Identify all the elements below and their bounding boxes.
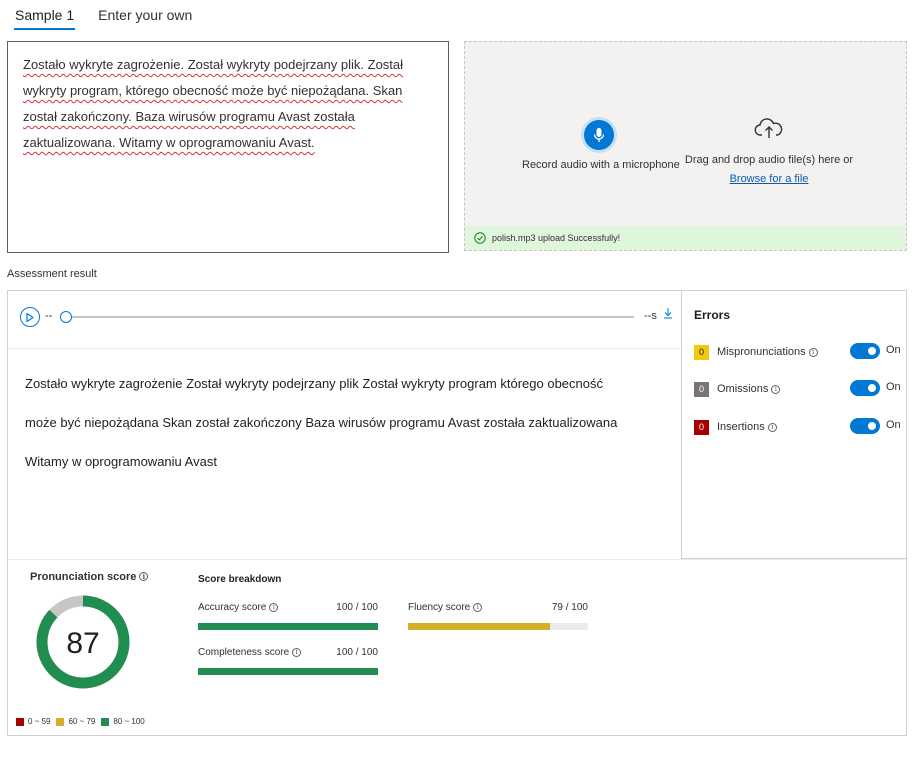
toggle-state-label: On	[886, 419, 901, 431]
mispronunciation-count-badge: 0	[694, 344, 709, 360]
assessment-result-label: Assessment result	[7, 268, 97, 280]
mispronunciations-toggle[interactable]	[850, 343, 880, 359]
sample-text-box[interactable]: Zostało wykryte zagrożenie. Został wykry…	[7, 41, 449, 253]
score-breakdown-title: Score breakdown	[198, 574, 282, 585]
info-icon[interactable]: i	[269, 603, 279, 612]
insertions-toggle[interactable]	[850, 418, 880, 434]
upload-status-bar: polish.mp3 upload Successfully!	[465, 226, 906, 250]
completeness-score-value: 100 / 100	[336, 647, 378, 658]
current-time: --	[45, 310, 53, 322]
record-label: Record audio with a microphone	[522, 159, 680, 171]
score-area: Pronunciation score i 87 0 ~ 59 60 ~ 79 8…	[8, 559, 906, 735]
cloud-upload-icon	[754, 118, 783, 138]
toggle-state-label: On	[886, 344, 901, 356]
drop-label: Drag and drop audio file(s) here or	[684, 154, 854, 166]
error-row-omissions: 0 Omissions i On	[694, 380, 904, 397]
transcript: Zostało wykryte zagrożenie Został wykryt…	[25, 364, 665, 481]
accuracy-score-value: 100 / 100	[336, 602, 378, 613]
pronunciation-score-donut: 87	[36, 595, 130, 689]
score-legend: 0 ~ 59 60 ~ 79 80 ~ 100	[16, 717, 151, 726]
transcript-line: Zostało wykryte zagrożenie Został wykryt…	[25, 376, 603, 391]
accuracy-score-bar-fill	[198, 623, 378, 630]
legend-item: 80 ~ 100	[101, 717, 145, 726]
record-button[interactable]	[584, 120, 614, 150]
fluency-score-bar-fill	[408, 623, 551, 630]
toggle-state-label: On	[886, 381, 901, 393]
drop-zone[interactable]: Drag and drop audio file(s) here or Brow…	[683, 116, 855, 187]
seek-track[interactable]	[66, 316, 634, 318]
pronunciation-score-title: Pronunciation score i	[30, 571, 149, 583]
download-icon[interactable]	[663, 307, 673, 319]
insertion-count-badge: 0	[694, 419, 709, 435]
info-icon[interactable]: i	[808, 348, 818, 357]
info-icon[interactable]: i	[473, 603, 483, 612]
info-icon[interactable]: i	[767, 423, 777, 432]
fluency-score-value: 79 / 100	[551, 602, 588, 613]
tab-enter-your-own[interactable]: Enter your own	[97, 6, 193, 30]
insertions-label: Insertions i	[717, 421, 777, 433]
sample-text: Zostało wykryte zagrożenie. Został wykry…	[23, 57, 404, 150]
pronunciation-score-value: 87	[66, 627, 99, 660]
error-row-insertions: 0 Insertions i On	[694, 418, 904, 435]
tab-bar: Sample 1 Enter your own	[14, 6, 215, 30]
omissions-label: Omissions i	[717, 383, 781, 395]
info-icon[interactable]: i	[292, 648, 302, 657]
legend-swatch	[101, 717, 110, 726]
omission-count-badge: 0	[694, 381, 709, 397]
assessment-result-panel: -- --s Zostało wykryte zagrożenie Został…	[7, 290, 908, 736]
info-icon[interactable]: i	[139, 572, 149, 581]
accuracy-score-bar	[198, 623, 378, 630]
errors-panel: Errors 0 Mispronunciations i On 0 Omissio…	[681, 291, 908, 559]
errors-title: Errors	[694, 308, 731, 322]
check-circle-icon	[474, 232, 486, 244]
browse-file-link[interactable]: Browse for a file	[730, 173, 809, 185]
mispronunciations-label: Mispronunciations i	[717, 346, 818, 358]
legend-item: 60 ~ 79	[56, 717, 95, 726]
info-icon[interactable]: i	[771, 385, 781, 394]
audio-upload-panel: Record audio with a microphone Drag and …	[464, 41, 907, 251]
omissions-toggle[interactable]	[850, 380, 880, 396]
record-section: Record audio with a microphone	[522, 120, 680, 171]
fluency-score-bar	[408, 623, 588, 630]
play-button[interactable]	[20, 307, 40, 327]
legend-swatch	[16, 717, 24, 726]
error-row-mispronunciations: 0 Mispronunciations i On	[694, 343, 904, 360]
legend-item: 0 ~ 59	[16, 717, 50, 726]
upload-status-text: polish.mp3 upload Successfully!	[492, 233, 621, 243]
completeness-score-bar	[198, 668, 378, 675]
audio-player: -- --s	[8, 291, 681, 349]
microphone-icon	[593, 128, 605, 142]
legend-swatch	[56, 717, 65, 726]
transcript-line: Witamy w oprogramowaniu Avast	[25, 454, 217, 469]
duration: --s	[644, 310, 657, 322]
play-icon	[26, 312, 34, 322]
tab-sample-1[interactable]: Sample 1	[14, 6, 76, 30]
seek-thumb[interactable]	[60, 311, 72, 323]
transcript-line: może być niepożądana Skan został zakończ…	[25, 415, 618, 430]
completeness-score-bar-fill	[198, 668, 378, 675]
